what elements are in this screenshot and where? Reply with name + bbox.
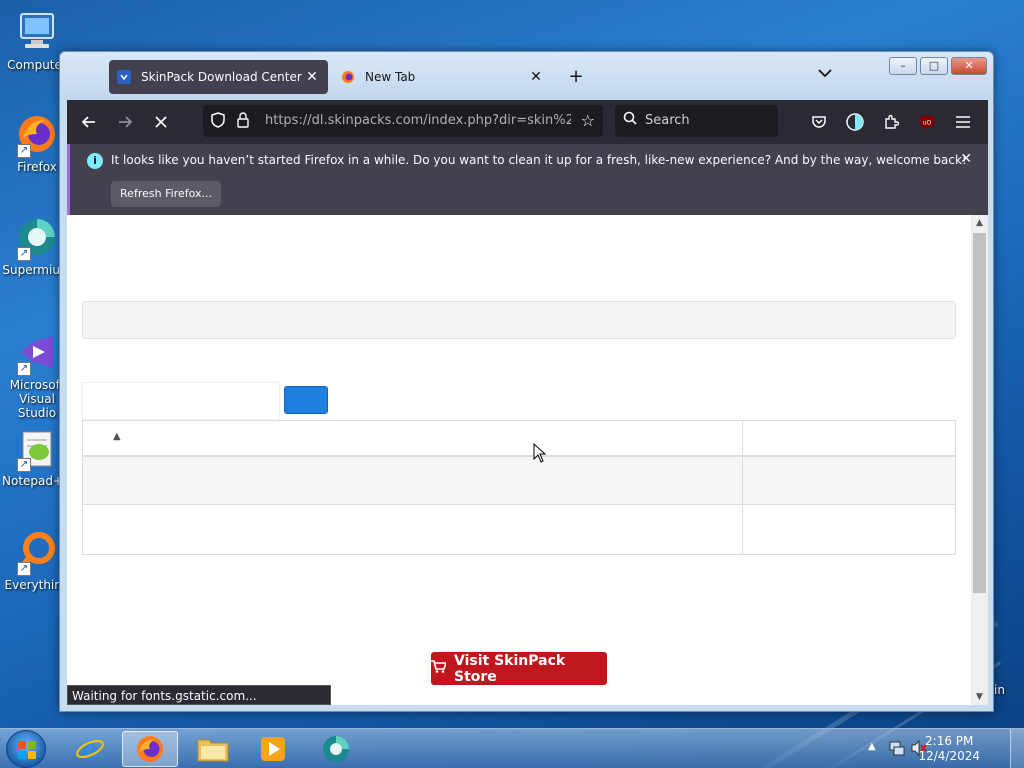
tab-skinpack-download-center[interactable]: SkinPack Download Center skin ✕ <box>109 60 328 94</box>
filter-submit-button[interactable] <box>284 386 328 414</box>
firefox-window: SkinPack Download Center skin ✕ New Tab … <box>59 51 994 712</box>
dark-reader-icon[interactable] <box>843 110 867 134</box>
navigation-toolbar: https://dl.skinpacks.com/index.php?dir=s… <box>67 100 988 144</box>
clock[interactable]: 2:16 PM 12/4/2024 <box>918 734 980 764</box>
tab-title: SkinPack Download Center skin <box>141 70 304 84</box>
back-arrow-icon[interactable] <box>77 110 101 134</box>
taskbar: e ▲ 2:16 PM 12/4/2024 <box>0 728 1024 768</box>
page-content: ▲ Visit SkinPack Store ▲ ▼ <box>67 215 988 705</box>
name-column-header[interactable]: ▲ <box>83 421 743 455</box>
shortcut-arrow-icon: ↗ <box>17 144 31 158</box>
lock-icon[interactable] <box>237 112 249 132</box>
refresh-firefox-button[interactable]: Refresh Firefox... <box>111 181 221 207</box>
table-cell <box>83 505 743 554</box>
supermium-icon: ↗ <box>15 215 59 261</box>
svg-text:e: e <box>82 735 99 764</box>
firefox-icon <box>137 736 163 762</box>
notepad-plus-plus-icon: ↗ <box>15 426 59 472</box>
taskbar-internet-explorer[interactable]: e <box>62 731 118 767</box>
info-icon: i <box>87 153 103 169</box>
sort-ascending-icon[interactable]: ▲ <box>113 431 121 442</box>
svg-text:uO: uO <box>923 120 932 127</box>
media-player-icon <box>261 737 285 761</box>
shopping-cart-icon <box>431 660 448 677</box>
tab-close-icon[interactable]: ✕ <box>304 69 320 85</box>
directory-path-bar <box>82 301 956 339</box>
refresh-firefox-notification: i It looks like you haven’t started Fire… <box>67 144 988 215</box>
column-header[interactable] <box>743 421 955 455</box>
clock-date: 12/4/2024 <box>918 749 980 763</box>
firefox-icon: ↗ <box>15 112 59 158</box>
stop-loading-icon[interactable] <box>149 110 173 134</box>
list-all-tabs-chevron-icon[interactable] <box>818 66 832 82</box>
table-cell <box>83 457 743 504</box>
taskbar-media-player[interactable] <box>245 731 301 767</box>
tab-close-icon[interactable]: ✕ <box>528 69 544 85</box>
firefox-favicon-icon <box>341 70 355 84</box>
tab-new-tab[interactable]: New Tab ✕ <box>333 60 552 94</box>
shortcut-arrow-icon: ↗ <box>17 247 31 261</box>
extensions-puzzle-icon[interactable] <box>879 110 903 134</box>
scrollbar-thumb[interactable] <box>973 233 986 593</box>
bookmark-star-icon[interactable]: ☆ <box>581 111 595 130</box>
folder-icon <box>197 739 229 762</box>
system-tray: ▲ 2:16 PM 12/4/2024 <box>854 729 1024 768</box>
maximize-button[interactable]: □ <box>920 57 948 75</box>
filter-input[interactable] <box>82 382 280 420</box>
start-button[interactable] <box>6 730 46 768</box>
table-cell <box>743 457 955 504</box>
taskbar-file-explorer[interactable] <box>185 731 241 767</box>
shortcut-arrow-icon: ↗ <box>17 562 31 576</box>
minimize-button[interactable]: – <box>889 57 917 75</box>
search-icon <box>623 111 637 129</box>
address-bar[interactable]: https://dl.skinpacks.com/index.php?dir=s… <box>203 105 603 137</box>
tab-title: New Tab <box>365 70 416 84</box>
shortcut-arrow-icon: ↗ <box>17 362 31 376</box>
scroll-up-arrow-icon[interactable]: ▲ <box>971 215 988 231</box>
internet-explorer-icon: e <box>76 735 104 764</box>
ublock-origin-icon[interactable]: uO <box>915 110 939 134</box>
computer-icon <box>15 10 59 54</box>
desktop-icon-label-partial: in <box>994 683 1005 697</box>
file-table: ▲ <box>82 420 956 555</box>
close-window-button[interactable]: ✕ <box>951 57 987 75</box>
shortcut-arrow-icon: ↗ <box>17 458 31 472</box>
visit-skinpack-store-button[interactable]: Visit SkinPack Store <box>431 652 607 685</box>
forward-arrow-icon[interactable] <box>113 110 137 134</box>
taskbar-firefox[interactable] <box>122 731 178 767</box>
notification-message: It looks like you haven’t started Firefo… <box>111 153 967 167</box>
network-icon[interactable] <box>888 739 906 761</box>
visual-studio-icon: ↗ <box>15 330 59 376</box>
show-desktop-button[interactable] <box>1010 729 1024 768</box>
table-row[interactable] <box>83 505 955 554</box>
table-row[interactable] <box>83 457 955 505</box>
url-text: https://dl.skinpacks.com/index.php?dir=s… <box>265 113 571 128</box>
supermium-icon <box>323 736 349 762</box>
title-bar: SkinPack Download Center skin ✕ New Tab … <box>60 52 993 100</box>
taskbar-supermium[interactable] <box>308 731 364 767</box>
clock-time: 2:16 PM <box>925 734 974 748</box>
store-button-label: Visit SkinPack Store <box>454 652 566 685</box>
new-tab-plus-icon[interactable]: + <box>565 66 587 87</box>
skinpack-favicon-icon <box>117 70 131 84</box>
everything-search-icon: ↗ <box>15 530 59 576</box>
search-placeholder: Search <box>645 113 690 128</box>
table-header-row: ▲ <box>83 421 955 457</box>
hamburger-menu-icon[interactable] <box>951 110 975 134</box>
pocket-icon[interactable] <box>807 110 831 134</box>
windows-logo-icon <box>18 741 36 759</box>
status-bar: Waiting for fonts.gstatic.com... <box>67 685 331 705</box>
tracking-protection-shield-icon[interactable] <box>211 112 225 132</box>
vertical-scrollbar[interactable]: ▲ ▼ <box>971 215 988 705</box>
scroll-down-arrow-icon[interactable]: ▼ <box>971 689 988 705</box>
search-input[interactable]: Search <box>615 105 778 137</box>
show-hidden-icons-arrow-icon[interactable]: ▲ <box>868 741 876 752</box>
table-cell <box>743 505 955 554</box>
notification-close-icon[interactable]: ✕ <box>960 151 972 167</box>
